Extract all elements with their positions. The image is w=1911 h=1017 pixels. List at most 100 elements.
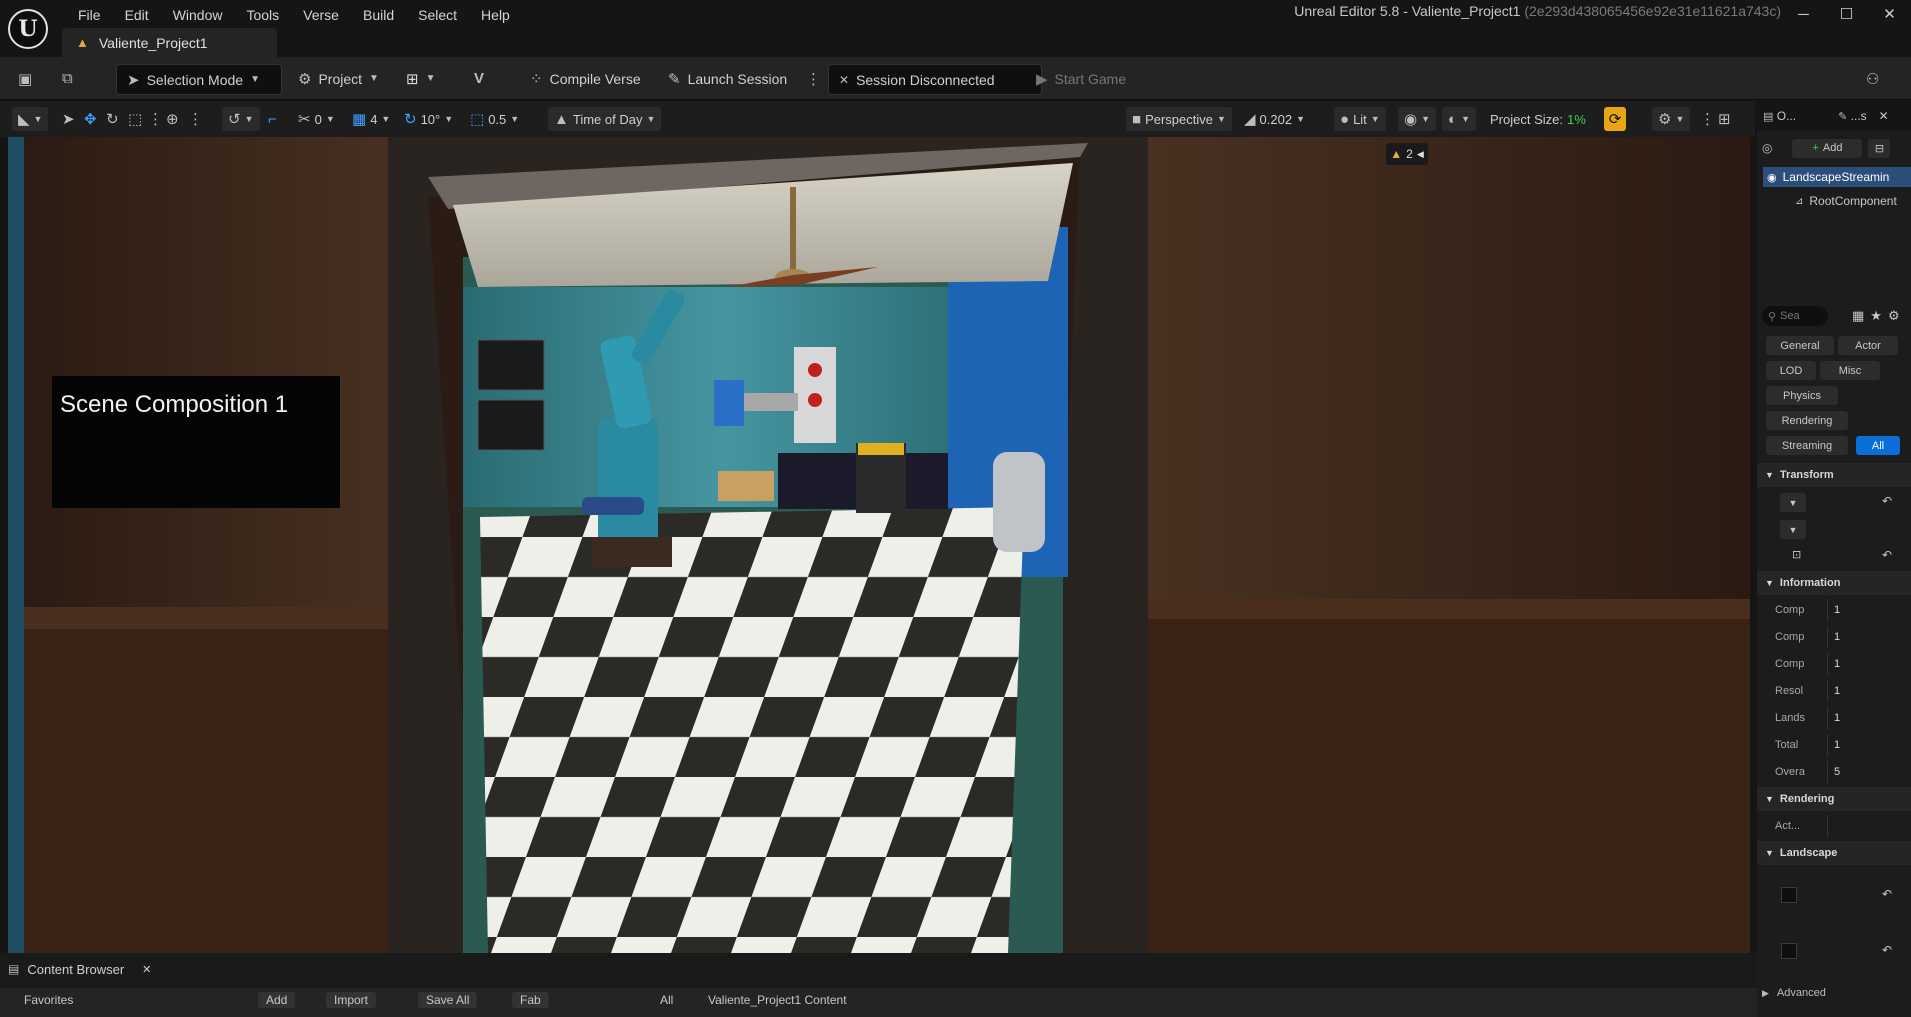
fab-label: Fab <box>520 993 541 1007</box>
gear-icon[interactable]: ⚙ <box>1888 308 1900 324</box>
blueprint-icon[interactable]: ⊟ <box>1868 138 1891 158</box>
path-all[interactable]: All <box>660 993 673 1007</box>
users-icon[interactable]: ⚇ <box>1866 64 1879 93</box>
content-browser-label: Content Browser <box>27 961 125 977</box>
add-content-dropdown[interactable]: ⊞ ▼ <box>406 64 435 93</box>
layout-icon[interactable]: ⊞ <box>1718 107 1731 131</box>
reset-icon[interactable]: ↶ <box>1882 943 1892 957</box>
view-mode-dropdown[interactable]: ◐ ▼ <box>1442 107 1476 131</box>
add-button[interactable]: Add <box>258 992 296 1008</box>
perspective-dropdown[interactable]: ■ Perspective ▼ <box>1126 107 1232 131</box>
landscape-checkbox[interactable] <box>1781 887 1797 903</box>
browse-icon[interactable]: ⧉ <box>62 64 73 93</box>
menu-build[interactable]: Build <box>351 4 406 26</box>
camera-speed[interactable]: ◢ 0.202 ▼ <box>1244 107 1305 131</box>
location-dropdown[interactable]: ▼ <box>1780 493 1806 512</box>
details-search-input[interactable]: ⚲ Sea <box>1762 306 1828 326</box>
more-icon[interactable]: ⋮ <box>188 107 203 131</box>
filter-streaming[interactable]: Streaming <box>1766 436 1848 455</box>
session-status[interactable]: ✕ Session Disconnected <box>828 64 1042 95</box>
scale-snap[interactable]: ⬚ 0.5 ▼ <box>470 107 519 131</box>
landscape-section[interactable]: ▼ Landscape <box>1757 841 1911 865</box>
table-icon[interactable]: ▦ <box>1852 308 1864 324</box>
save-icon[interactable]: ▣ <box>18 64 32 93</box>
grid-snap[interactable]: ▦ 4 ▼ <box>352 107 390 131</box>
selected-actor-row[interactable]: ◉ LandscapeStreamin <box>1763 167 1911 187</box>
rotate-tool-icon[interactable]: ↻ <box>106 107 119 131</box>
angle-snap[interactable]: ↻ 10° ▼ <box>404 107 453 131</box>
time-of-day-dropdown[interactable]: ▲ Time of Day ▼ <box>548 107 662 131</box>
details-tab[interactable]: ✎ ...s <box>1838 109 1867 123</box>
menu-verse[interactable]: Verse <box>291 4 351 26</box>
menu-tools[interactable]: Tools <box>234 4 291 26</box>
show-dropdown[interactable]: ◉ ▼ <box>1398 107 1437 131</box>
minimize-button[interactable]: ─ <box>1782 0 1825 28</box>
lit-dropdown[interactable]: ● Lit ▼ <box>1334 107 1386 131</box>
filter-general[interactable]: General <box>1766 336 1834 355</box>
save-all-button[interactable]: Save All <box>418 992 478 1008</box>
fab-button[interactable]: Fab <box>512 992 549 1008</box>
compile-verse-button[interactable]: ⁘ Compile Verse <box>530 64 641 93</box>
transform-section[interactable]: ▼ Transform <box>1757 463 1911 487</box>
landscape-checkbox[interactable] <box>1781 943 1797 959</box>
level-viewport[interactable]: Scene Composition 1 ▲ 2 ◀ <box>8 137 1750 953</box>
filter-all[interactable]: All <box>1856 436 1900 455</box>
maximize-button[interactable]: ☐ <box>1825 0 1868 28</box>
selection-mode-dropdown[interactable]: ➤ Selection Mode ▼ <box>116 64 282 95</box>
information-section[interactable]: ▼ Information <box>1757 571 1911 595</box>
filter-actor[interactable]: Actor <box>1838 336 1898 355</box>
transform-label: Transform <box>1779 469 1834 481</box>
favorites-label[interactable]: Favorites <box>24 993 73 1007</box>
filter-misc[interactable]: Misc <box>1820 361 1880 380</box>
start-game-button[interactable]: ▶ Start Game <box>1036 64 1126 93</box>
rotation-snap[interactable]: ✂ 0 ▼ <box>298 107 335 131</box>
filter-physics[interactable]: Physics <box>1766 386 1838 405</box>
settings-dropdown[interactable]: ⚙ ▼ <box>1652 107 1691 131</box>
menu-help[interactable]: Help <box>469 4 522 26</box>
menu-edit[interactable]: Edit <box>113 4 161 26</box>
filter-rendering[interactable]: Rendering <box>1766 411 1848 430</box>
filter-lod[interactable]: LOD <box>1766 361 1816 380</box>
more-tools-icon[interactable]: ⋮ <box>148 107 163 131</box>
reset-icon[interactable]: ↶ <box>1882 887 1892 901</box>
warnings-badge[interactable]: ▲ 2 ◀ <box>1386 143 1428 165</box>
move-tool-icon[interactable]: ✥ <box>84 107 97 131</box>
path-content[interactable]: Valiente_Project1 Content <box>708 993 847 1007</box>
rendering-value[interactable] <box>1827 815 1834 837</box>
align-icon[interactable]: ⌐ <box>268 107 277 131</box>
verse-icon[interactable]: V <box>474 64 484 93</box>
close-panel-icon[interactable]: ✕ <box>1879 109 1889 123</box>
more-options-icon[interactable]: ⋮ <box>806 64 821 93</box>
menu-window[interactable]: Window <box>161 4 235 26</box>
realtime-toggle-icon[interactable]: ⟳ <box>1604 107 1626 131</box>
import-button[interactable]: Import <box>326 992 377 1008</box>
unreal-logo[interactable]: U <box>8 9 48 49</box>
lock-icon[interactable]: ⊡ <box>1792 548 1801 561</box>
viewport-more-icon[interactable]: ⋮ <box>1700 107 1715 131</box>
project-dropdown[interactable]: ⚙ Project ▼ <box>298 64 379 93</box>
reset-icon[interactable]: ↶ <box>1882 548 1892 562</box>
project-tab[interactable]: ▲ Valiente_Project1 <box>62 28 277 57</box>
scale-tool-icon[interactable]: ⬚ <box>128 107 142 131</box>
viewport-options-dropdown[interactable]: ◣ ▼ <box>12 107 49 131</box>
outliner-tab[interactable]: ▤ O... <box>1763 109 1796 123</box>
close-window-button[interactable]: ✕ <box>1868 0 1911 28</box>
reset-icon[interactable]: ↶ <box>1882 494 1892 508</box>
close-tab-button[interactable]: ✕ <box>142 963 151 976</box>
rotation-dropdown[interactable]: ▼ <box>1780 520 1806 539</box>
content-browser-tab[interactable]: ▤ Content Browser ✕ <box>8 958 151 980</box>
surface-snap-dropdown[interactable]: ↺ ▼ <box>222 107 260 131</box>
add-component-button[interactable]: + Add <box>1792 138 1863 158</box>
menu-select[interactable]: Select <box>406 4 469 26</box>
actor-name: LandscapeStreamin <box>1782 170 1890 184</box>
info-key: Resol <box>1775 685 1804 697</box>
root-component-row[interactable]: ⊿ RootComponent <box>1795 191 1911 211</box>
select-tool-icon[interactable]: ➤ <box>62 107 75 131</box>
world-space-icon[interactable]: ⊕ <box>166 107 179 131</box>
star-icon[interactable]: ★ <box>1870 308 1882 324</box>
advanced-section[interactable]: ▶ Advanced <box>1762 984 1826 1002</box>
launch-session-button[interactable]: ✎ Launch Session <box>668 64 787 93</box>
rendering-section[interactable]: ▼ Rendering <box>1757 787 1911 811</box>
menu-file[interactable]: File <box>66 4 113 26</box>
info-key: Overa <box>1775 766 1805 778</box>
